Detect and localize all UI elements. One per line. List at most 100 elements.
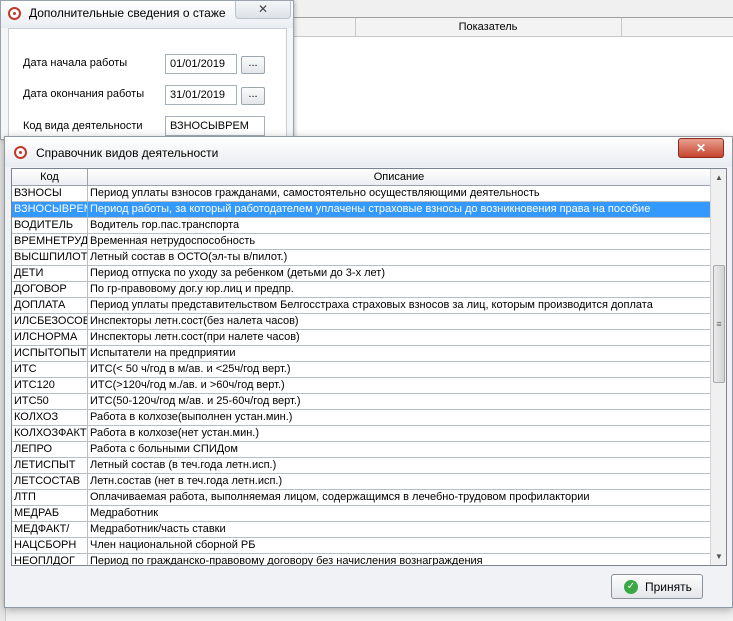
- table-row[interactable]: КОЛХОЗФАКТ Работа в колхозе(нет устан.мин…: [12, 426, 710, 442]
- background-table-header: Показатель: [288, 18, 733, 37]
- check-icon: ✓: [624, 580, 638, 594]
- table-row[interactable]: ИТС ИТС(< 50 ч/год в м/ав. и <25ч/год вер…: [12, 362, 710, 378]
- activity-code-label: Код вида деятельности: [23, 120, 143, 132]
- stazh-dialog-titlebar[interactable]: Дополнительные сведения о стаже ✕: [1, 1, 293, 28]
- cell-code: ЛЕТСОСТАВ: [12, 474, 88, 489]
- cell-code: КОЛХОЗФАКТ: [14, 426, 88, 441]
- cell-description: Временная нетрудоспособность: [90, 235, 256, 247]
- cell-description: Работа с больными СПИДом: [90, 443, 238, 455]
- cell-code: НАЦСБОРН: [12, 538, 88, 553]
- background-column-divider: [621, 18, 622, 37]
- cell-code: ЛТП: [12, 490, 88, 505]
- background-column-title: Показатель: [458, 21, 518, 33]
- table-row[interactable]: ИЛСНОРМА Инспекторы летн.сост(при налете …: [12, 330, 710, 346]
- grid-rows: ВЗНОСЫ Период уплаты взносов гражданами, …: [12, 186, 710, 565]
- table-row[interactable]: ЛЕПРО Работа с больными СПИДом: [12, 442, 710, 458]
- table-row[interactable]: ИСПЫТОПЫТ Испытатели на предприятии: [12, 346, 710, 362]
- table-row[interactable]: ЛТП Оплачиваемая работа, выполняемая лицо…: [12, 490, 710, 506]
- table-row[interactable]: ДОГОВОР По гр-правовому дог.у юр.лиц и пр…: [12, 282, 710, 298]
- cell-code: КОЛХОЗ: [12, 410, 88, 425]
- column-header-description[interactable]: Описание: [88, 169, 710, 186]
- table-row[interactable]: НЕОПЛДОГ Период по гражданско-правовому д…: [12, 554, 710, 565]
- cell-code: НЕОПЛДОГ: [12, 554, 88, 565]
- table-row[interactable]: НАЦСБОРН Член национальной сборной РБ: [12, 538, 710, 554]
- scroll-up-icon[interactable]: ▲: [711, 169, 726, 186]
- cell-code: МЕДРАБ: [12, 506, 88, 521]
- cell-code: ЛЕТИСПЫТ: [12, 458, 88, 473]
- cell-description: Период уплаты представительством Белгосс…: [90, 299, 653, 311]
- table-row[interactable]: ДОПЛАТА Период уплаты представительством …: [12, 298, 710, 314]
- accept-button[interactable]: ✓ Принять: [611, 574, 703, 599]
- cell-code: ВОДИТЕЛЬ: [12, 218, 88, 233]
- stazh-dialog-body: Дата начала работы 01/01/2019 ... Дата о…: [8, 28, 287, 141]
- table-row[interactable]: МЕДРАБ Медработник: [12, 506, 710, 522]
- table-row[interactable]: ВЗНОСЫВРЕМ Период работы, за который рабо…: [12, 202, 710, 218]
- column-header-code[interactable]: Код: [12, 169, 88, 186]
- cell-description: Период уплаты взносов гражданами, самост…: [90, 187, 540, 199]
- app-icon: [8, 7, 21, 20]
- vertical-scrollbar[interactable]: ▲ ≡ ▼: [710, 169, 726, 565]
- stazh-dialog: Дополнительные сведения о стаже ✕ Дата н…: [0, 0, 294, 141]
- cell-description: ИТС(50-120ч/год м/ав. и 25-60ч/год верт.…: [90, 395, 301, 407]
- cell-description: Летный состав в ОСТО(эл-ты в/пилот.): [90, 251, 288, 263]
- cell-description: Инспекторы летн.сост(без налета часов): [90, 315, 299, 327]
- cell-description: Водитель гор.пас.транспорта: [90, 219, 240, 231]
- cell-code: ИСПЫТОПЫТ: [14, 346, 88, 361]
- table-row[interactable]: ВОДИТЕЛЬ Водитель гор.пас.транспорта: [12, 218, 710, 234]
- cell-description: По гр-правовому дог.у юр.лиц и предпр.: [90, 283, 294, 295]
- cell-code: ДОГОВОР: [12, 282, 88, 297]
- cell-description: ИТС(< 50 ч/год в м/ав. и <25ч/год верт.): [90, 363, 291, 375]
- table-row[interactable]: ВЗНОСЫ Период уплаты взносов гражданами, …: [12, 186, 710, 202]
- stazh-dialog-title: Дополнительные сведения о стаже: [29, 6, 226, 20]
- table-row[interactable]: ВЫСШПИЛОТ Летный состав в ОСТО(эл-ты в/пи…: [12, 250, 710, 266]
- cell-description: Медработник/часть ставки: [90, 523, 226, 535]
- close-button[interactable]: ✕: [678, 138, 724, 158]
- table-row[interactable]: ИЛСБЕЗОСОБ Инспекторы летн.сост(без налет…: [12, 314, 710, 330]
- cell-code: ИТС50: [12, 394, 88, 409]
- cell-code: ВЫСШПИЛОТ: [14, 250, 88, 265]
- start-date-label: Дата начала работы: [23, 57, 128, 69]
- table-row[interactable]: КОЛХОЗ Работа в колхозе(выполнен устан.ми…: [12, 410, 710, 426]
- cell-code: ИЛСНОРМА: [12, 330, 88, 345]
- activity-reference-dialog: Справочник видов деятельности ✕ Код Опис…: [4, 136, 733, 608]
- end-date-label: Дата окончания работы: [23, 88, 145, 100]
- cell-code: ИТС: [12, 362, 88, 377]
- activity-dialog-titlebar[interactable]: Справочник видов деятельности ✕: [5, 137, 732, 167]
- start-date-field[interactable]: 01/01/2019: [165, 54, 237, 74]
- accept-button-label: Принять: [645, 580, 692, 594]
- cell-description: Летн.состав (нет в теч.года летн.исп.): [90, 475, 283, 487]
- table-row[interactable]: ДЕТИ Период отпуска по уходу за ребенком …: [12, 266, 710, 282]
- cell-description: Летный состав (в теч.года летн.исп.): [90, 459, 277, 471]
- close-button[interactable]: ✕: [235, 1, 291, 19]
- end-date-picker-button[interactable]: ...: [241, 87, 265, 105]
- cell-code: ВЗНОСЫ: [12, 186, 88, 201]
- activity-grid: Код Описание ВЗНОСЫ Период уплаты взносов…: [11, 168, 727, 566]
- table-row[interactable]: ИТС120 ИТС(>120ч/год м./ав. и >60ч/год ве…: [12, 378, 710, 394]
- cell-description: Период отпуска по уходу за ребенком (дет…: [90, 267, 386, 279]
- grid-header: Код Описание: [12, 169, 710, 186]
- table-row[interactable]: ЛЕТСОСТАВ Летн.состав (нет в теч.года лет…: [12, 474, 710, 490]
- activity-code-field[interactable]: ВЗНОСЫВРЕМ: [165, 116, 265, 136]
- cell-description: Медработник: [90, 507, 159, 519]
- cell-description: Период работы, за который работодателем …: [90, 203, 651, 215]
- cell-code: ЛЕПРО: [12, 442, 88, 457]
- cell-description: Оплачиваемая работа, выполняемая лицом, …: [90, 491, 590, 503]
- cell-code: ИТС120: [12, 378, 88, 393]
- cell-description: Испытатели на предприятии: [90, 347, 236, 359]
- cell-description: ИТС(>120ч/год м./ав. и >60ч/год верт.): [90, 379, 285, 391]
- activity-dialog-title: Справочник видов деятельности: [36, 146, 219, 160]
- cell-code: ВЗНОСЫВРЕМ: [14, 202, 88, 217]
- end-date-field[interactable]: 31/01/2019: [165, 85, 237, 105]
- table-row[interactable]: ИТС50 ИТС(50-120ч/год м/ав. и 25-60ч/год …: [12, 394, 710, 410]
- scroll-down-icon[interactable]: ▼: [711, 548, 726, 565]
- table-row[interactable]: МЕДФАКТ/Медработник/часть ставки: [12, 522, 710, 538]
- scroll-thumb[interactable]: ≡: [713, 265, 725, 383]
- cell-code: ДЕТИ: [12, 266, 88, 281]
- cell-description: Инспекторы летн.сост(при налете часов): [90, 331, 300, 343]
- cell-description: Член национальной сборной РБ: [90, 539, 256, 551]
- table-row[interactable]: ЛЕТИСПЫТ Летный состав (в теч.года летн.и…: [12, 458, 710, 474]
- start-date-picker-button[interactable]: ...: [241, 56, 265, 74]
- table-row[interactable]: ВРЕМНЕТРУД Временная нетрудоспособность: [12, 234, 710, 250]
- cell-code: МЕДФАКТ/: [12, 522, 88, 537]
- app-icon: [14, 146, 27, 159]
